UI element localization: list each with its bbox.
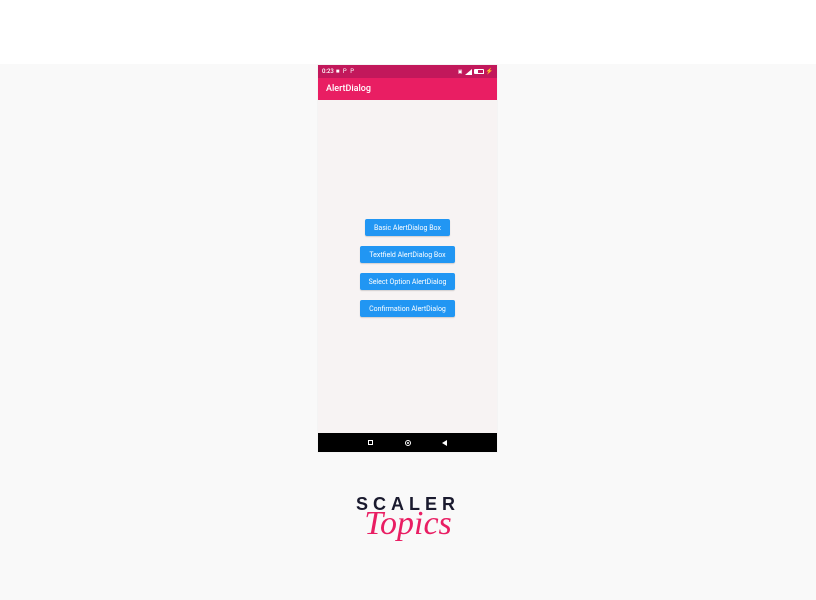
button-label: Select Option AlertDialog <box>369 278 447 286</box>
scaler-logo: SCALER Topics <box>356 495 460 541</box>
device-frame: 0:23 ■ P P ▣ ⚡ AlertDialog Basic AlertDi… <box>318 65 497 452</box>
charging-icon: ⚡ <box>486 68 493 75</box>
select-option-alertdialog-button[interactable]: Select Option AlertDialog <box>360 273 456 290</box>
android-navbar <box>318 433 497 452</box>
button-label: Textfield AlertDialog Box <box>369 251 445 259</box>
basic-alertdialog-button[interactable]: Basic AlertDialog Box <box>365 219 450 236</box>
textfield-alertdialog-button[interactable]: Textfield AlertDialog Box <box>360 246 454 263</box>
page-upper-band <box>0 0 816 64</box>
logo-line-topics: Topics <box>356 507 460 541</box>
app-title: AlertDialog <box>326 84 371 94</box>
button-label: Confirmation AlertDialog <box>369 305 446 313</box>
status-right-group: ▣ ⚡ <box>458 68 493 75</box>
confirmation-alertdialog-button[interactable]: Confirmation AlertDialog <box>360 300 455 317</box>
status-time: 0:23 <box>322 68 334 75</box>
button-label: Basic AlertDialog Box <box>374 224 441 232</box>
volte-icon: ▣ <box>458 69 463 75</box>
battery-icon <box>474 69 484 74</box>
nav-back-icon[interactable] <box>441 439 448 446</box>
nav-home-icon[interactable] <box>404 439 411 446</box>
nav-recent-icon[interactable] <box>367 439 374 446</box>
status-notification-icons: ■ P P <box>336 68 355 75</box>
status-left-group: 0:23 ■ P P <box>322 68 355 75</box>
android-status-bar: 0:23 ■ P P ▣ ⚡ <box>318 65 497 78</box>
signal-icon <box>465 69 472 75</box>
app-titlebar: AlertDialog <box>318 78 497 100</box>
app-body: Basic AlertDialog Box Textfield AlertDia… <box>318 100 497 433</box>
